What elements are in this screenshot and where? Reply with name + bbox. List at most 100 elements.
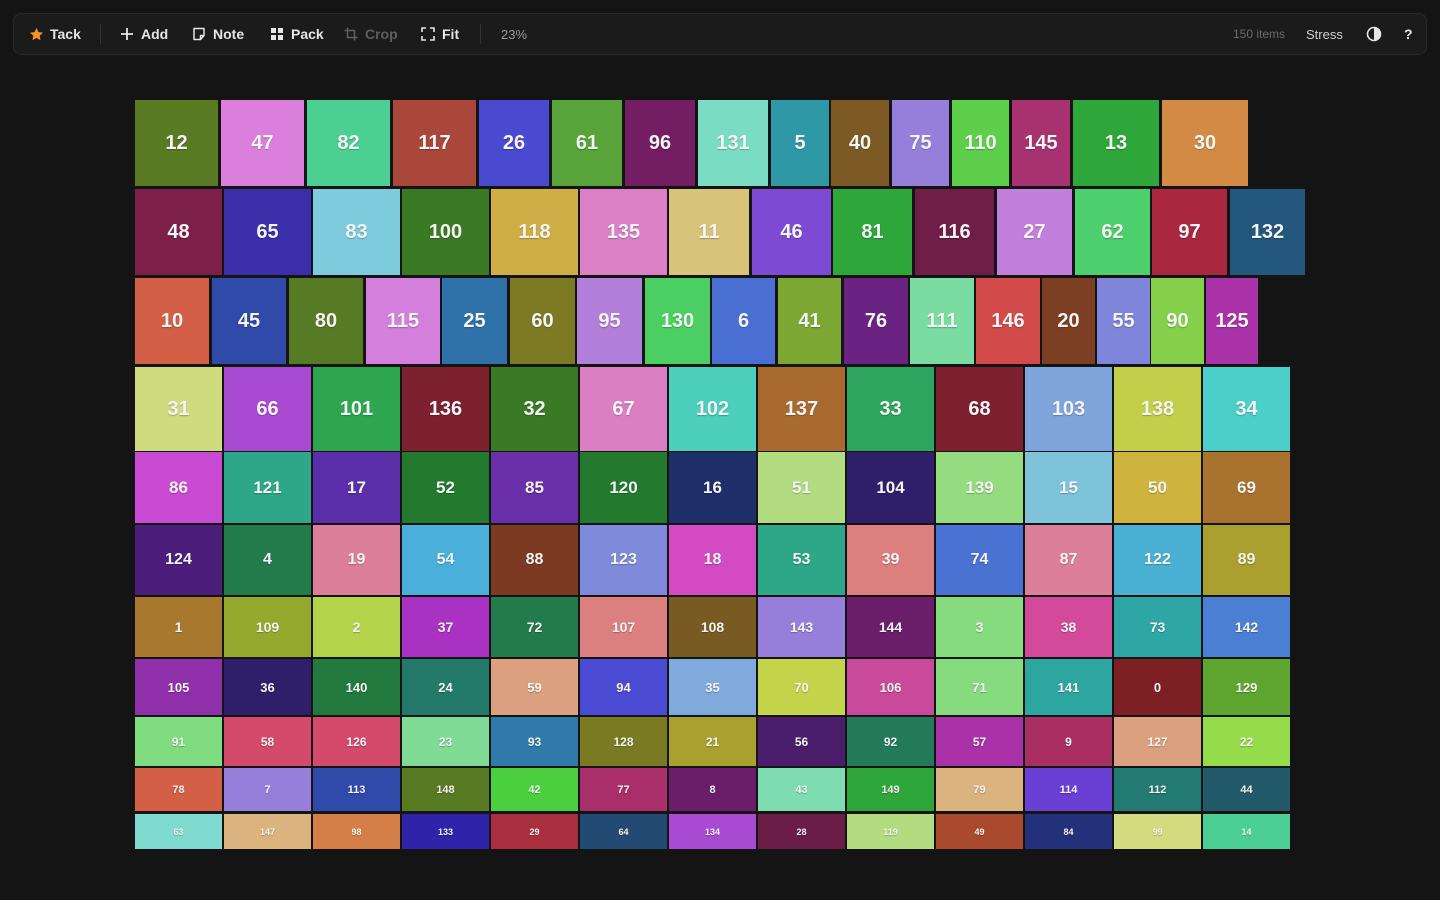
canvas-item[interactable]: 0 bbox=[1114, 659, 1201, 715]
canvas-item[interactable]: 114 bbox=[1025, 768, 1112, 811]
canvas-item[interactable]: 25 bbox=[442, 278, 507, 364]
canvas-item[interactable]: 48 bbox=[135, 189, 222, 275]
canvas-item[interactable]: 145 bbox=[1012, 100, 1070, 186]
canvas-item[interactable]: 13 bbox=[1073, 100, 1159, 186]
canvas-item[interactable]: 55 bbox=[1097, 278, 1150, 364]
canvas-item[interactable]: 61 bbox=[552, 100, 622, 186]
canvas-item[interactable]: 47 bbox=[221, 100, 304, 186]
canvas-item[interactable]: 121 bbox=[224, 452, 311, 523]
canvas-item[interactable]: 76 bbox=[844, 278, 908, 364]
canvas-item[interactable]: 142 bbox=[1203, 597, 1290, 657]
canvas-item[interactable]: 38 bbox=[1025, 597, 1112, 657]
canvas-item[interactable]: 57 bbox=[936, 717, 1023, 766]
canvas-item[interactable]: 83 bbox=[313, 189, 400, 275]
canvas-item[interactable]: 128 bbox=[580, 717, 667, 766]
canvas-item[interactable]: 39 bbox=[847, 525, 934, 595]
canvas-item[interactable]: 67 bbox=[580, 367, 667, 451]
canvas-item[interactable]: 102 bbox=[669, 367, 756, 451]
canvas-item[interactable]: 135 bbox=[580, 189, 667, 275]
canvas-item[interactable]: 66 bbox=[224, 367, 311, 451]
canvas-item[interactable]: 125 bbox=[1206, 278, 1258, 364]
canvas-item[interactable]: 140 bbox=[313, 659, 400, 715]
canvas-item[interactable]: 117 bbox=[393, 100, 476, 186]
canvas-item[interactable]: 138 bbox=[1114, 367, 1201, 451]
canvas-item[interactable]: 3 bbox=[936, 597, 1023, 657]
canvas-item[interactable]: 19 bbox=[313, 525, 400, 595]
canvas-item[interactable]: 18 bbox=[669, 525, 756, 595]
canvas-item[interactable]: 108 bbox=[669, 597, 756, 657]
pack-button[interactable]: Pack bbox=[269, 14, 324, 54]
canvas-item[interactable]: 75 bbox=[892, 100, 949, 186]
canvas-item[interactable]: 42 bbox=[491, 768, 578, 811]
canvas-item[interactable]: 15 bbox=[1025, 452, 1112, 523]
canvas-item[interactable]: 36 bbox=[224, 659, 311, 715]
canvas-item[interactable]: 12 bbox=[135, 100, 218, 186]
canvas-item[interactable]: 82 bbox=[307, 100, 390, 186]
canvas-item[interactable]: 26 bbox=[479, 100, 549, 186]
canvas-item[interactable]: 20 bbox=[1042, 278, 1095, 364]
canvas-item[interactable]: 109 bbox=[224, 597, 311, 657]
canvas-item[interactable]: 98 bbox=[313, 814, 400, 849]
canvas-item[interactable]: 115 bbox=[366, 278, 440, 364]
tack-button[interactable]: Tack bbox=[28, 14, 81, 54]
canvas-item[interactable]: 143 bbox=[758, 597, 845, 657]
canvas-item[interactable]: 119 bbox=[847, 814, 934, 849]
canvas-item[interactable]: 37 bbox=[402, 597, 489, 657]
canvas-item[interactable]: 54 bbox=[402, 525, 489, 595]
canvas-item[interactable]: 93 bbox=[491, 717, 578, 766]
canvas-item[interactable]: 81 bbox=[833, 189, 912, 275]
canvas-item[interactable]: 70 bbox=[758, 659, 845, 715]
canvas-item[interactable]: 130 bbox=[645, 278, 710, 364]
canvas-item[interactable]: 50 bbox=[1114, 452, 1201, 523]
canvas-item[interactable]: 136 bbox=[402, 367, 489, 451]
canvas-item[interactable]: 58 bbox=[224, 717, 311, 766]
canvas-item[interactable]: 49 bbox=[936, 814, 1023, 849]
canvas-item[interactable]: 71 bbox=[936, 659, 1023, 715]
canvas-item[interactable]: 137 bbox=[758, 367, 845, 451]
canvas-item[interactable]: 89 bbox=[1203, 525, 1290, 595]
canvas-item[interactable]: 77 bbox=[580, 768, 667, 811]
canvas-item[interactable]: 139 bbox=[936, 452, 1023, 523]
canvas-item[interactable]: 91 bbox=[135, 717, 222, 766]
canvas-item[interactable]: 96 bbox=[625, 100, 695, 186]
canvas-item[interactable]: 5 bbox=[771, 100, 829, 186]
canvas-item[interactable]: 2 bbox=[313, 597, 400, 657]
canvas-item[interactable]: 16 bbox=[669, 452, 756, 523]
canvas-item[interactable]: 106 bbox=[847, 659, 934, 715]
canvas-item[interactable]: 120 bbox=[580, 452, 667, 523]
canvas-item[interactable]: 14 bbox=[1203, 814, 1290, 849]
canvas-item[interactable]: 131 bbox=[698, 100, 768, 186]
canvas-item[interactable]: 118 bbox=[491, 189, 578, 275]
canvas-item[interactable]: 99 bbox=[1114, 814, 1201, 849]
canvas-item[interactable]: 43 bbox=[758, 768, 845, 811]
canvas[interactable]: 12 47 82 117 26 61 96 131 5 40 75 110 145 13 30 48 65 83 1… bbox=[0, 70, 1440, 900]
canvas-item[interactable]: 33 bbox=[847, 367, 934, 451]
theme-toggle[interactable] bbox=[1366, 14, 1382, 54]
canvas-item[interactable]: 95 bbox=[577, 278, 642, 364]
help-button[interactable]: ? bbox=[1404, 14, 1413, 54]
canvas-item[interactable]: 63 bbox=[135, 814, 222, 849]
canvas-item[interactable]: 60 bbox=[510, 278, 575, 364]
canvas-item[interactable]: 59 bbox=[491, 659, 578, 715]
crop-button[interactable]: Crop bbox=[343, 14, 398, 54]
canvas-item[interactable]: 116 bbox=[915, 189, 994, 275]
canvas-item[interactable]: 97 bbox=[1152, 189, 1227, 275]
canvas-item[interactable]: 6 bbox=[712, 278, 775, 364]
canvas-item[interactable]: 29 bbox=[491, 814, 578, 849]
canvas-item[interactable]: 45 bbox=[212, 278, 286, 364]
canvas-item[interactable]: 73 bbox=[1114, 597, 1201, 657]
canvas-item[interactable]: 17 bbox=[313, 452, 400, 523]
canvas-item[interactable]: 68 bbox=[936, 367, 1023, 451]
canvas-item[interactable]: 32 bbox=[491, 367, 578, 451]
canvas-item[interactable]: 46 bbox=[752, 189, 831, 275]
canvas-item[interactable]: 34 bbox=[1203, 367, 1290, 451]
canvas-item[interactable]: 52 bbox=[402, 452, 489, 523]
canvas-item[interactable]: 22 bbox=[1203, 717, 1290, 766]
canvas-item[interactable]: 126 bbox=[313, 717, 400, 766]
canvas-item[interactable]: 69 bbox=[1203, 452, 1290, 523]
canvas-item[interactable]: 44 bbox=[1203, 768, 1290, 811]
canvas-item[interactable]: 87 bbox=[1025, 525, 1112, 595]
canvas-item[interactable]: 10 bbox=[135, 278, 209, 364]
canvas-item[interactable]: 35 bbox=[669, 659, 756, 715]
canvas-item[interactable]: 147 bbox=[224, 814, 311, 849]
